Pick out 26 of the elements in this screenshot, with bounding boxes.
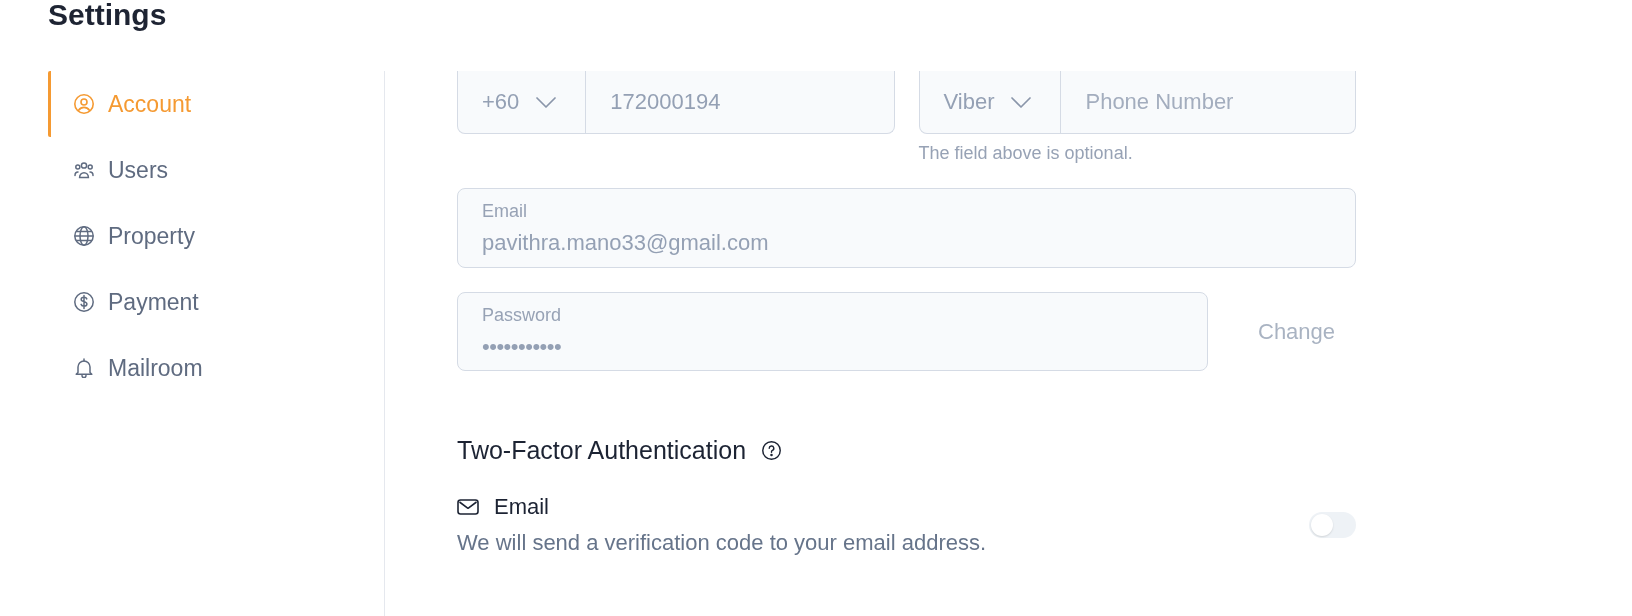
- sidebar-item[interactable]: Mailroom: [48, 335, 219, 401]
- user-circle-icon: [74, 94, 94, 114]
- globe-icon: [74, 226, 94, 246]
- help-icon[interactable]: [762, 440, 782, 460]
- method-label: Email: [494, 493, 549, 521]
- field-hint: The field above is optional.: [918, 142, 1133, 164]
- page-title: Settings: [48, 0, 167, 30]
- phone-number-input[interactable]: Phone Number: [1060, 71, 1355, 133]
- dollar-icon: [74, 292, 94, 312]
- mail-icon: [457, 499, 479, 515]
- sidebar-item[interactable]: Account: [48, 71, 208, 137]
- phone-number-input[interactable]: 172000194: [585, 71, 894, 133]
- bell-icon: [74, 358, 94, 378]
- password-field[interactable]: Password •••••••••••: [457, 292, 1208, 371]
- toggle-switch[interactable]: [1309, 511, 1356, 538]
- sidebar-item[interactable]: Property: [48, 203, 211, 269]
- sidebar-item[interactable]: Users: [48, 137, 185, 203]
- chevron-down-icon: [1011, 96, 1032, 108]
- sidebar-item[interactable]: Payment: [48, 269, 215, 335]
- section-title: Two-Factor Authentication: [457, 435, 747, 465]
- method-description: We will send a verification code to your email address.: [457, 530, 987, 556]
- chevron-down-icon: [536, 96, 557, 108]
- country-code-select[interactable]: +60: [458, 71, 586, 133]
- users-icon: [74, 160, 94, 180]
- messenger-app-select[interactable]: Viber: [919, 71, 1061, 133]
- email-field[interactable]: Email pavithra.mano33@gmail.com: [457, 188, 1356, 268]
